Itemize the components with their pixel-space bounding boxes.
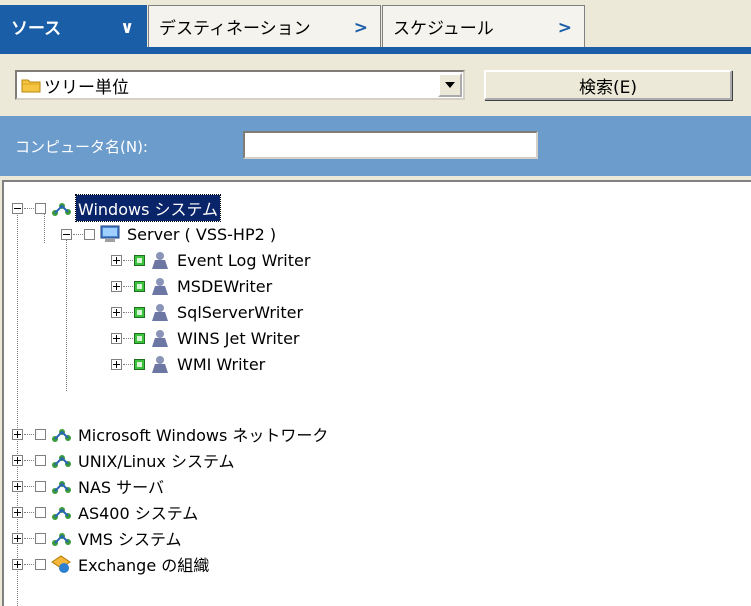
tree-node-label: UNIX/Linux システム — [78, 452, 235, 471]
checkbox[interactable] — [134, 358, 145, 370]
checkbox[interactable] — [134, 254, 145, 266]
chevron-right-icon: > — [353, 18, 368, 38]
tree-node-ms-network[interactable]: Microsoft Windows ネットワーク — [12, 421, 330, 447]
checkbox[interactable] — [35, 480, 46, 492]
expand-icon[interactable] — [111, 254, 122, 266]
tree-connector — [66, 234, 67, 391]
tree-node-unix[interactable]: UNIX/Linux システム — [12, 447, 236, 473]
network-icon — [52, 533, 71, 546]
tab-source[interactable]: ソース ∨ — [0, 5, 147, 47]
network-icon — [52, 203, 71, 216]
tab-destination-label: デスティネーション — [159, 19, 311, 39]
tree-node-nas[interactable]: NAS サーバ — [12, 473, 166, 499]
tab-bar: ソース ∨ デスティネーション > スケジュール > — [0, 0, 751, 54]
tab-destination[interactable]: デスティネーション > — [148, 5, 381, 47]
folder-icon — [21, 79, 41, 93]
expand-icon[interactable] — [111, 306, 122, 318]
collapse-icon[interactable] — [12, 202, 23, 214]
computer-icon — [100, 225, 120, 242]
tree-node-vms[interactable]: VMS システム — [12, 525, 184, 551]
tab-source-label: ソース — [11, 19, 62, 39]
tree-node-label: NAS サーバ — [78, 478, 164, 497]
view-mode-value: ツリー単位 — [44, 77, 129, 98]
tree-node-label: MSDEWriter — [177, 276, 273, 296]
tab-schedule[interactable]: スケジュール > — [382, 5, 585, 47]
tree-node-label: WINS Jet Writer — [177, 328, 300, 348]
tab-schedule-label: スケジュール — [393, 19, 494, 39]
tree-node-label: Microsoft Windows ネットワーク — [78, 426, 329, 445]
chevron-down-icon — [445, 82, 455, 88]
expand-icon[interactable] — [12, 532, 23, 544]
network-icon — [52, 481, 71, 494]
checkbox[interactable] — [35, 428, 46, 440]
checkbox[interactable] — [134, 306, 145, 318]
tree-node-label: Server ( VSS-HP2 ) — [127, 224, 277, 244]
search-button[interactable]: 検索(E) — [484, 70, 732, 100]
network-icon — [52, 507, 71, 520]
expand-icon[interactable] — [111, 358, 122, 370]
expand-icon[interactable] — [111, 332, 122, 344]
checkbox[interactable] — [35, 454, 46, 466]
chevron-down-icon: ∨ — [120, 18, 134, 38]
tree-node-label: Exchange の組織 — [78, 556, 210, 575]
tree-node-as400[interactable]: AS400 システム — [12, 499, 200, 525]
expand-icon[interactable] — [12, 454, 23, 466]
tree-node-writer[interactable]: WMI Writer — [111, 351, 267, 377]
checkbox[interactable] — [35, 532, 46, 544]
tree-node-writer[interactable]: SqlServerWriter — [111, 299, 305, 325]
checkbox[interactable] — [35, 202, 46, 214]
network-icon — [52, 455, 71, 468]
tree-node-label: Windows システム — [74, 194, 222, 222]
expand-icon[interactable] — [12, 480, 23, 492]
dropdown-button[interactable] — [438, 73, 462, 97]
tree-node-writer[interactable]: Event Log Writer — [111, 247, 312, 273]
checkbox[interactable] — [134, 280, 145, 292]
computer-name-label: コンピュータ名(N): — [15, 138, 148, 156]
expand-icon[interactable] — [12, 558, 23, 570]
computer-name-bar: コンピュータ名(N): — [0, 116, 751, 176]
writer-icon — [152, 330, 168, 347]
tree-node-label: WMI Writer — [177, 354, 266, 374]
source-tree: Windows システム Server ( VSS-HP2 ) Event Lo… — [2, 180, 751, 606]
tab-underline — [0, 47, 751, 54]
writer-icon — [152, 278, 168, 295]
expand-icon[interactable] — [12, 506, 23, 518]
tree-node-windows[interactable]: Windows システム — [12, 194, 222, 222]
writer-icon — [152, 304, 168, 321]
checkbox[interactable] — [84, 228, 95, 240]
tree-node-label: VMS システム — [78, 530, 182, 549]
chevron-right-icon: > — [557, 18, 572, 38]
toolbar: ツリー単位 検索(E) — [0, 54, 751, 116]
writer-icon — [152, 252, 168, 269]
checkbox[interactable] — [134, 332, 145, 344]
tree-node-server[interactable]: Server ( VSS-HP2 ) — [61, 221, 278, 247]
checkbox[interactable] — [35, 558, 46, 570]
view-mode-select[interactable]: ツリー単位 — [15, 70, 465, 100]
exchange-icon — [51, 555, 71, 573]
tree-node-writer[interactable]: WINS Jet Writer — [111, 325, 302, 351]
tree-node-exchange[interactable]: Exchange の組織 — [12, 551, 211, 577]
expand-icon[interactable] — [111, 280, 122, 292]
tree-node-label: AS400 システム — [78, 504, 199, 523]
tree-node-label: SqlServerWriter — [177, 302, 304, 322]
tree-node-writer[interactable]: MSDEWriter — [111, 273, 274, 299]
network-icon — [52, 429, 71, 442]
computer-name-input[interactable] — [243, 131, 538, 159]
tree-node-label: Event Log Writer — [177, 250, 311, 270]
checkbox[interactable] — [35, 506, 46, 518]
writer-icon — [152, 356, 168, 373]
collapse-icon[interactable] — [61, 228, 72, 240]
expand-icon[interactable] — [12, 428, 23, 440]
